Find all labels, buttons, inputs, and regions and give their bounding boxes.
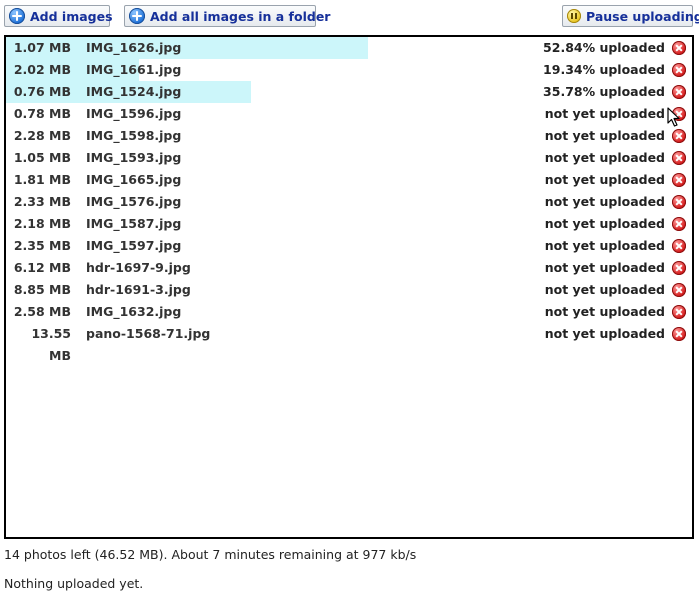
- remove-file-icon[interactable]: [672, 63, 686, 77]
- file-size: 0.78 MB: [13, 106, 71, 121]
- file-row: 2.18 MB IMG_1587.jpg not yet uploaded: [6, 213, 692, 235]
- file-name: IMG_1593.jpg: [86, 150, 182, 165]
- file-name: IMG_1632.jpg: [86, 304, 182, 319]
- file-name: IMG_1598.jpg: [86, 128, 182, 143]
- upload-status-label: 52.84% uploaded: [543, 40, 665, 55]
- file-row: 6.12 MB hdr-1697-9.jpg not yet uploaded: [6, 257, 692, 279]
- upload-status-label: not yet uploaded: [544, 260, 665, 275]
- file-row: 2.02 MB IMG_1661.jpg 19.34% uploaded: [6, 59, 692, 81]
- file-size: 1.05 MB: [13, 150, 71, 165]
- pause-icon: [567, 9, 581, 23]
- file-size: 2.18 MB: [13, 216, 71, 231]
- remove-file-icon[interactable]: [672, 261, 686, 275]
- upload-status-text: Nothing uploaded yet.: [4, 576, 144, 591]
- add-images-button[interactable]: Add images: [4, 5, 113, 27]
- mouse-cursor-icon: [667, 107, 680, 127]
- file-size: 6.12 MB: [13, 260, 71, 275]
- remove-file-icon[interactable]: [672, 173, 686, 187]
- file-name: IMG_1576.jpg: [86, 194, 182, 209]
- remove-file-icon[interactable]: [672, 327, 686, 341]
- upload-summary: 14 photos left (46.52 MB). About 7 minut…: [4, 547, 417, 562]
- file-name: IMG_1524.jpg: [86, 84, 182, 99]
- file-size: 2.33 MB: [13, 194, 71, 209]
- file-row: 2.28 MB IMG_1598.jpg not yet uploaded: [6, 125, 692, 147]
- add-images-label: Add images: [30, 8, 113, 24]
- file-size: 1.81 MB: [13, 172, 71, 187]
- file-row: 8.85 MB hdr-1691-3.jpg not yet uploaded: [6, 279, 692, 301]
- upload-status-label: not yet uploaded: [544, 150, 665, 165]
- remove-file-icon[interactable]: [672, 151, 686, 165]
- file-row: 2.58 MB IMG_1632.jpg not yet uploaded: [6, 301, 692, 323]
- file-size: 2.28 MB: [13, 128, 71, 143]
- remove-file-icon[interactable]: [672, 283, 686, 297]
- add-folder-button[interactable]: Add all images in a folder: [124, 5, 330, 27]
- file-row: 1.81 MB IMG_1665.jpg not yet uploaded: [6, 169, 692, 191]
- upload-status-label: 35.78% uploaded: [543, 84, 665, 99]
- file-row: 0.78 MB IMG_1596.jpg not yet uploaded: [6, 103, 692, 125]
- upload-status-label: not yet uploaded: [544, 106, 665, 121]
- file-size: 1.07 MB: [13, 40, 71, 55]
- file-name: pano-1568-71.jpg: [86, 326, 211, 341]
- file-size: 2.58 MB: [13, 304, 71, 319]
- file-name: IMG_1661.jpg: [86, 62, 182, 77]
- file-row: 2.33 MB IMG_1576.jpg not yet uploaded: [6, 191, 692, 213]
- file-name: hdr-1691-3.jpg: [86, 282, 191, 297]
- upload-file-list[interactable]: 1.07 MB IMG_1626.jpg 52.84% uploaded 2.02 M…: [4, 35, 694, 539]
- file-row: 0.76 MB IMG_1524.jpg 35.78% uploaded: [6, 81, 692, 103]
- remove-file-icon[interactable]: [672, 305, 686, 319]
- pause-uploading-label: Pause uploading: [586, 8, 699, 24]
- remove-file-icon[interactable]: [672, 217, 686, 231]
- upload-status-label: not yet uploaded: [544, 172, 665, 187]
- upload-status-label: not yet uploaded: [544, 128, 665, 143]
- file-size: 2.02 MB: [13, 62, 71, 77]
- upload-status-label: not yet uploaded: [544, 238, 665, 253]
- remove-file-icon[interactable]: [672, 85, 686, 99]
- upload-status-label: not yet uploaded: [544, 326, 665, 341]
- file-name: IMG_1597.jpg: [86, 238, 182, 253]
- file-row: 13.55 MB pano-1568-71.jpg not yet uploaded: [6, 323, 692, 363]
- file-size: 2.35 MB: [13, 238, 71, 253]
- add-folder-label: Add all images in a folder: [150, 8, 331, 24]
- remove-file-icon[interactable]: [672, 239, 686, 253]
- file-name: IMG_1626.jpg: [86, 40, 182, 55]
- file-row: 2.35 MB IMG_1597.jpg not yet uploaded: [6, 235, 692, 257]
- plus-icon: [9, 8, 25, 24]
- upload-status-label: not yet uploaded: [544, 304, 665, 319]
- file-name: IMG_1665.jpg: [86, 172, 182, 187]
- upload-status-label: not yet uploaded: [544, 194, 665, 209]
- file-size: 8.85 MB: [13, 282, 71, 297]
- file-size: 13.55 MB: [31, 326, 71, 363]
- file-name: IMG_1587.jpg: [86, 216, 182, 231]
- upload-status-label: 19.34% uploaded: [543, 62, 665, 77]
- upload-status-label: not yet uploaded: [544, 282, 665, 297]
- upload-status-label: not yet uploaded: [544, 216, 665, 231]
- remove-file-icon[interactable]: [672, 129, 686, 143]
- file-row: 1.05 MB IMG_1593.jpg not yet uploaded: [6, 147, 692, 169]
- file-row: 1.07 MB IMG_1626.jpg 52.84% uploaded: [6, 37, 692, 59]
- file-size: 0.76 MB: [13, 84, 71, 99]
- plus-icon: [129, 8, 145, 24]
- file-name: hdr-1697-9.jpg: [86, 260, 191, 275]
- remove-file-icon[interactable]: [672, 195, 686, 209]
- file-name: IMG_1596.jpg: [86, 106, 182, 121]
- remove-file-icon[interactable]: [672, 41, 686, 55]
- pause-uploading-button[interactable]: Pause uploading: [562, 5, 699, 27]
